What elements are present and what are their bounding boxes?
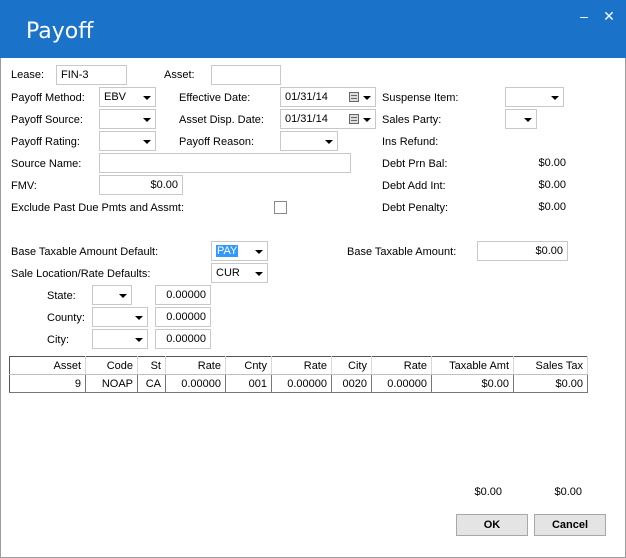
ok-button[interactable]: OK [456,514,528,536]
fmv-label: FMV: [11,180,37,192]
asset-disp-date-picker[interactable]: 01/31/14 [280,109,376,129]
col-header-sales-tax[interactable]: Sales Tax [513,356,588,375]
payoff-method-value: EBV [104,91,127,103]
cell-code[interactable]: NOAP [85,374,138,393]
exclude-past-due-label: Exclude Past Due Pmts and Assmt: [11,202,185,214]
cell-rate[interactable]: 0.00000 [165,374,226,393]
state-label: State: [47,290,76,302]
city-label: City: [47,334,69,346]
base-taxable-default-select[interactable]: PAY [211,241,268,261]
cell-rate[interactable]: 0.00000 [271,374,332,393]
asset-field[interactable] [211,65,281,85]
cell-cnty[interactable]: 001 [225,374,272,393]
chevron-down-icon [325,140,333,144]
payoff-reason-select[interactable] [280,131,338,151]
payoff-source-select[interactable] [99,109,156,129]
source-name-field[interactable] [99,153,351,173]
calendar-icon[interactable] [349,114,359,124]
asset-label: Asset: [164,69,195,81]
ins-refund-label: Ins Refund: [382,136,439,148]
chevron-down-icon[interactable] [363,96,371,100]
total-taxable-amt: $0.00 [474,486,502,498]
county-rate-field[interactable]: 0.00000 [155,307,211,327]
chevron-down-icon[interactable] [363,118,371,122]
total-sales-tax: $0.00 [554,486,582,498]
debt-add-int-value: $0.00 [538,179,566,191]
cell-asset[interactable]: 9 [9,374,86,393]
city-select[interactable] [92,329,148,349]
base-taxable-amount-field[interactable]: $0.00 [477,241,568,261]
base-taxable-default-value: PAY [216,245,239,257]
tax-grid: Asset Code St Rate Cnty Rate City Rate T… [9,356,588,393]
fmv-field[interactable]: $0.00 [99,175,183,195]
source-name-label: Source Name: [11,158,82,170]
payoff-rating-select[interactable] [99,131,156,151]
effective-date-label: Effective Date: [179,92,251,104]
debt-prn-bal-label: Debt Prn Bal: [382,158,448,170]
city-rate-field[interactable]: 0.00000 [155,329,211,349]
chevron-down-icon [255,272,263,276]
lease-field[interactable]: FIN-3 [56,65,127,85]
sale-location-label: Sale Location/Rate Defaults: [11,268,151,280]
grid-header-row: Asset Code St Rate Cnty Rate City Rate T… [9,356,588,375]
sale-location-value: CUR [216,267,240,279]
chevron-down-icon [551,96,559,100]
cell-rate[interactable]: 0.00000 [371,374,432,393]
state-rate-field[interactable]: 0.00000 [155,285,211,305]
payoff-method-select[interactable]: EBV [99,87,156,107]
col-header-code[interactable]: Code [85,356,138,375]
table-row[interactable]: 9 NOAP CA 0.00000 001 0.00000 0020 0.000… [9,374,588,393]
sale-location-select[interactable]: CUR [211,263,268,283]
debt-penalty-value: $0.00 [538,201,566,213]
chevron-down-icon [143,140,151,144]
minimize-icon[interactable]: – [576,8,592,24]
asset-disp-date-value: 01/31/14 [285,113,328,125]
payoff-method-label: Payoff Method: [11,92,85,104]
debt-penalty-label: Debt Penalty: [382,202,449,214]
debt-add-int-label: Debt Add Int: [382,180,446,192]
col-header-city[interactable]: City [331,356,372,375]
base-taxable-default-label: Base Taxable Amount Default: [11,246,159,258]
effective-date-value: 01/31/14 [285,91,328,103]
col-header-taxable-amt[interactable]: Taxable Amt [431,356,514,375]
chevron-down-icon [255,250,263,254]
window-title: Payoff [26,19,94,44]
sales-party-label: Sales Party: [382,114,442,126]
title-bar: Payoff – ✕ [0,0,626,58]
state-select[interactable] [92,285,132,305]
cell-st[interactable]: CA [137,374,166,393]
chevron-down-icon [119,294,127,298]
base-taxable-amount-label: Base Taxable Amount: [347,246,457,258]
col-header-st[interactable]: St [137,356,166,375]
cell-taxable-amt[interactable]: $0.00 [431,374,514,393]
payoff-source-label: Payoff Source: [11,114,83,126]
payoff-rating-label: Payoff Rating: [11,136,80,148]
cancel-button[interactable]: Cancel [534,514,606,536]
county-label: County: [47,312,85,324]
lease-label: Lease: [11,69,45,81]
chevron-down-icon [135,316,143,320]
calendar-icon[interactable] [349,92,359,102]
close-icon[interactable]: ✕ [601,8,617,24]
payoff-reason-label: Payoff Reason: [179,136,255,148]
col-header-rate[interactable]: Rate [165,356,226,375]
cell-city[interactable]: 0020 [331,374,372,393]
cell-sales-tax[interactable]: $0.00 [513,374,588,393]
exclude-past-due-checkbox[interactable] [274,201,287,214]
county-select[interactable] [92,307,148,327]
sales-party-select[interactable] [505,109,537,129]
effective-date-picker[interactable]: 01/31/14 [280,87,376,107]
col-header-cnty[interactable]: Cnty [225,356,272,375]
chevron-down-icon [524,118,532,122]
suspense-item-select[interactable] [505,87,564,107]
debt-prn-bal-value: $0.00 [538,157,566,169]
col-header-asset[interactable]: Asset [9,356,86,375]
chevron-down-icon [143,118,151,122]
col-header-rate[interactable]: Rate [271,356,332,375]
suspense-item-label: Suspense Item: [382,92,459,104]
chevron-down-icon [135,338,143,342]
chevron-down-icon [143,96,151,100]
col-header-rate[interactable]: Rate [371,356,432,375]
asset-disp-date-label: Asset Disp. Date: [179,114,264,126]
